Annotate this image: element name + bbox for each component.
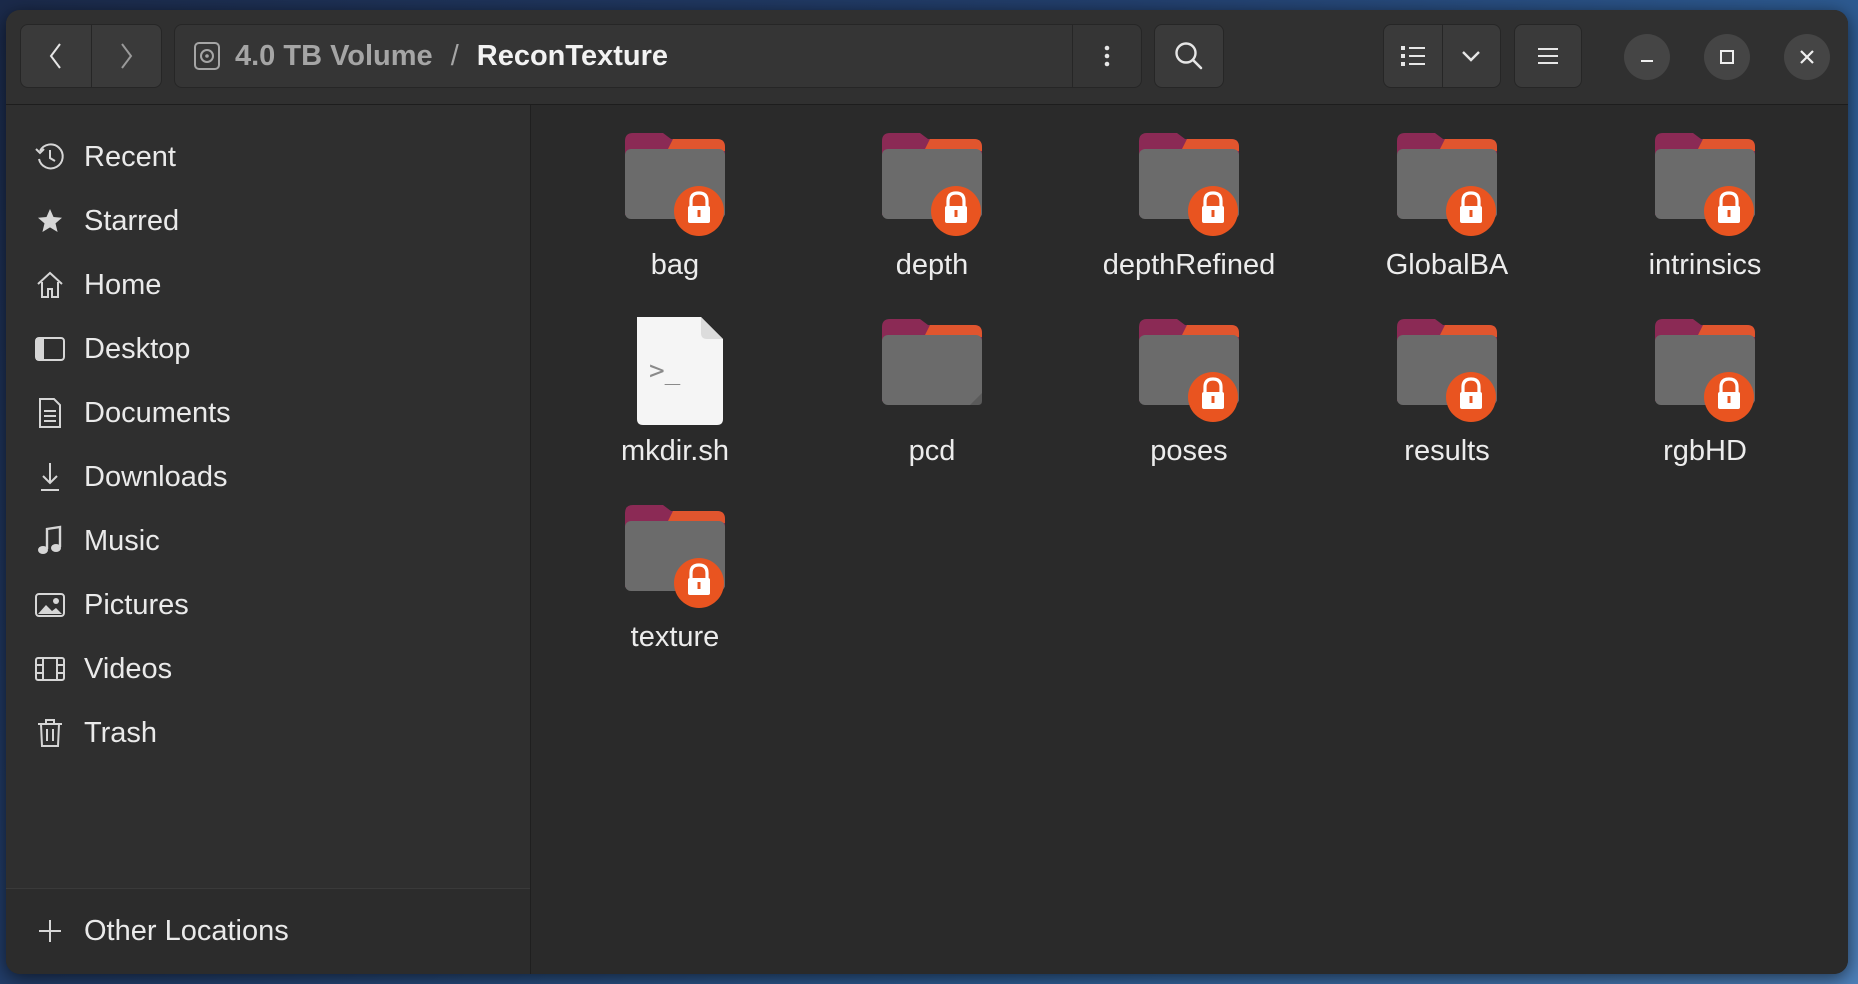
sidebar-item-other-locations[interactable]: Other Locations	[6, 899, 530, 963]
folder-icon	[882, 319, 982, 405]
view-options-dropdown[interactable]	[1441, 25, 1501, 87]
clock-icon	[30, 137, 70, 177]
file-name: pcd	[908, 435, 956, 467]
sidebar-item-label: Trash	[84, 716, 158, 749]
minimize-icon	[1641, 60, 1653, 62]
file-name: bag	[650, 249, 700, 281]
sidebar-item-label: Downloads	[84, 460, 228, 493]
plus-icon	[30, 911, 70, 951]
locked-folder-icon	[882, 133, 982, 236]
sidebar-item-desktop[interactable]: Desktop	[6, 317, 530, 381]
folder-item[interactable]: depth	[822, 127, 1042, 297]
locked-folder-icon	[1655, 319, 1755, 422]
locked-folder-icon	[1397, 319, 1497, 422]
sidebar-item-label: Documents	[84, 396, 231, 429]
file-name: depth	[895, 249, 969, 281]
sidebar-item-trash[interactable]: Trash	[6, 701, 530, 765]
maximize-button[interactable]	[1704, 34, 1750, 80]
file-name: poses	[1150, 435, 1228, 467]
sidebar-item-label: Other Locations	[84, 914, 289, 947]
close-icon	[1800, 50, 1814, 64]
sidebar-item-label: Music	[84, 524, 160, 557]
breadcrumb-parent[interactable]: 4.0 TB Volume	[235, 40, 433, 73]
file-name: GlobalBA	[1385, 249, 1509, 281]
folder-item[interactable]: GlobalBA	[1337, 127, 1557, 297]
locked-folder-icon	[625, 505, 725, 608]
folder-item[interactable]: intrinsics	[1595, 127, 1815, 297]
maximize-icon	[1720, 50, 1734, 64]
documents-icon	[30, 393, 70, 433]
vertical-dots-icon	[1104, 45, 1110, 67]
folder-item[interactable]: bag	[565, 127, 785, 297]
file-name: intrinsics	[1648, 249, 1762, 281]
sidebar-item-label: Desktop	[84, 332, 191, 365]
sidebar-item-pictures[interactable]: Pictures	[6, 573, 530, 637]
chevron-left-icon	[49, 43, 61, 69]
locked-folder-icon	[625, 133, 725, 236]
music-note-icon	[30, 521, 70, 561]
main-menu-button[interactable]	[1514, 24, 1582, 88]
chevron-right-icon	[121, 43, 133, 69]
folder-item[interactable]: results	[1337, 313, 1557, 483]
sidebar-item-starred[interactable]: Starred	[6, 189, 530, 253]
file-name: mkdir.sh	[621, 435, 729, 467]
path-bar: 4.0 TB Volume / ReconTexture	[174, 24, 1142, 88]
desktop-icon	[30, 329, 70, 369]
navigation-buttons	[20, 24, 162, 88]
sidebar-item-videos[interactable]: Videos	[6, 637, 530, 701]
path-menu-button[interactable]	[1072, 25, 1141, 87]
sidebar-item-recent[interactable]: Recent	[6, 125, 530, 189]
file-manager-window: 4.0 TB Volume / ReconTexture Recent Star…	[6, 10, 1848, 974]
sidebar-footer: Other Locations	[6, 889, 530, 974]
sidebar-item-label: Videos	[84, 652, 173, 685]
view-toggle-group	[1383, 24, 1501, 88]
star-icon	[30, 201, 70, 241]
home-icon	[30, 265, 70, 305]
search-icon	[1175, 42, 1203, 70]
picture-icon	[30, 585, 70, 625]
folder-item[interactable]: pcd	[822, 313, 1042, 483]
list-view-button[interactable]	[1384, 25, 1442, 87]
breadcrumb-separator: /	[450, 39, 459, 72]
sidebar-item-downloads[interactable]: Downloads	[6, 445, 530, 509]
locked-folder-icon	[1139, 319, 1239, 422]
trash-icon	[30, 713, 70, 753]
sidebar-item-label: Home	[84, 268, 162, 301]
sidebar-item-music[interactable]: Music	[6, 509, 530, 573]
file-name: texture	[630, 621, 720, 653]
minimize-button[interactable]	[1624, 34, 1670, 80]
folder-item[interactable]: texture	[565, 499, 785, 669]
locked-folder-icon	[1397, 133, 1497, 236]
file-name: depthRefined	[1102, 249, 1276, 281]
sidebar: Recent Starred Home Desktop Documents Do…	[6, 105, 531, 974]
header-bar: 4.0 TB Volume / ReconTexture	[6, 10, 1848, 105]
folder-item[interactable]: rgbHD	[1595, 313, 1815, 483]
close-button[interactable]	[1784, 34, 1830, 80]
back-button[interactable]	[21, 25, 91, 87]
breadcrumb-current[interactable]: ReconTexture	[477, 40, 668, 73]
search-button[interactable]	[1154, 24, 1224, 88]
sidebar-item-label: Recent	[84, 140, 176, 173]
hamburger-menu-icon	[1538, 48, 1558, 64]
folder-item[interactable]: depthRefined	[1079, 127, 1299, 297]
file-item[interactable]: >_ mkdir.sh	[565, 313, 785, 483]
file-name: results	[1404, 435, 1490, 467]
chevron-down-icon	[1462, 51, 1481, 62]
sidebar-item-documents[interactable]: Documents	[6, 381, 530, 445]
shell-script-icon: >_	[637, 317, 723, 425]
locked-folder-icon	[1655, 133, 1755, 236]
download-icon	[30, 457, 70, 497]
folder-item[interactable]: poses	[1079, 313, 1299, 483]
forward-button[interactable]	[90, 25, 162, 87]
file-grid: bag depth depthRefined GlobalBA intrinsi…	[531, 105, 1848, 974]
locked-folder-icon	[1139, 133, 1239, 236]
file-name: rgbHD	[1663, 435, 1747, 467]
svg-text:>_: >_	[649, 356, 681, 386]
drive-icon	[194, 42, 220, 70]
sidebar-item-home[interactable]: Home	[6, 253, 530, 317]
film-icon	[30, 649, 70, 689]
sidebar-item-label: Starred	[84, 204, 180, 237]
list-view-icon	[1400, 46, 1425, 66]
sidebar-item-label: Pictures	[84, 588, 189, 621]
